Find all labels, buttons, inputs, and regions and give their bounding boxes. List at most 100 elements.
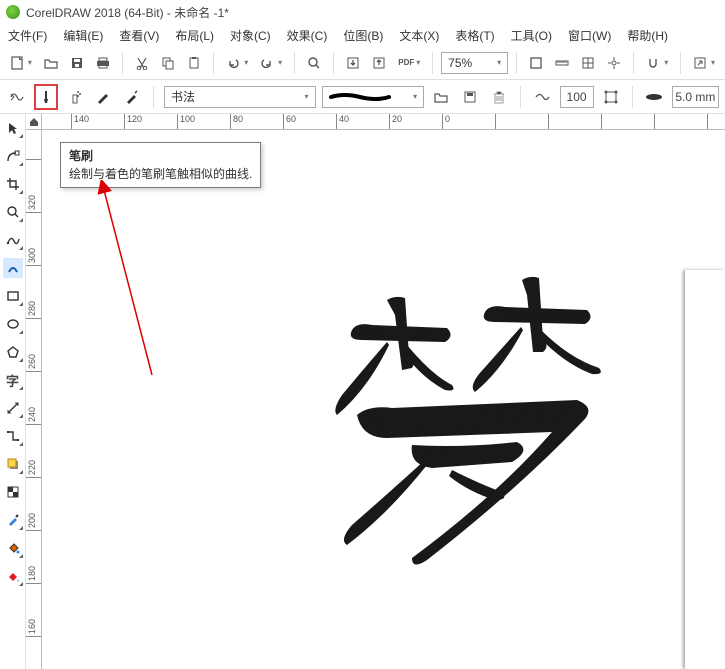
- ellipse-tool[interactable]: [3, 314, 23, 334]
- vertical-ruler[interactable]: 320 300 280 260 240 220 200 180 160: [26, 130, 42, 669]
- menu-table[interactable]: 表格(T): [455, 27, 494, 44]
- menu-file[interactable]: 文件(F): [8, 27, 47, 44]
- smoothing-icon-button: [531, 85, 554, 109]
- menu-effects[interactable]: 效果(C): [287, 27, 328, 44]
- eyedropper-icon: [6, 513, 20, 527]
- parallel-dim-tool[interactable]: [3, 398, 23, 418]
- menu-bitmap[interactable]: 位图(B): [343, 27, 383, 44]
- copy-button[interactable]: [157, 51, 179, 75]
- menu-layout[interactable]: 布局(L): [175, 27, 214, 44]
- menu-text[interactable]: 文本(X): [399, 27, 439, 44]
- menu-edit[interactable]: 编辑(E): [63, 27, 103, 44]
- chevron-down-icon: ▾: [416, 58, 420, 67]
- menu-view[interactable]: 查看(V): [119, 27, 159, 44]
- menu-window[interactable]: 窗口(W): [568, 27, 611, 44]
- smoothing-field[interactable]: 100: [560, 86, 594, 108]
- ruler-origin[interactable]: [26, 114, 42, 130]
- shadow-icon: [6, 457, 20, 471]
- toolbox: 字: [0, 114, 26, 669]
- page-edge: [685, 270, 725, 669]
- snap-icon: [646, 56, 660, 70]
- save-icon: [70, 56, 84, 70]
- menu-help[interactable]: 帮助(H): [627, 27, 668, 44]
- guides-icon: [607, 56, 621, 70]
- menu-tools[interactable]: 工具(O): [511, 27, 552, 44]
- menu-bar: 文件(F) 编辑(E) 查看(V) 布局(L) 对象(C) 效果(C) 位图(B…: [0, 24, 725, 46]
- zoom-level-field[interactable]: 75%▾: [441, 52, 508, 74]
- menu-object[interactable]: 对象(C): [230, 27, 271, 44]
- annotation-arrow: [92, 180, 170, 380]
- freehand-tool[interactable]: [3, 230, 23, 250]
- delete-icon: [492, 90, 506, 104]
- transparency-tool[interactable]: [3, 482, 23, 502]
- browse-brush-button[interactable]: [430, 85, 453, 109]
- calligraphy-mode-button[interactable]: [92, 85, 115, 109]
- nib-button: [643, 85, 666, 109]
- workspace: 字 140 120 100 80 60 40 20 0 320 300: [0, 114, 725, 669]
- brush-stroke-dropdown[interactable]: ▾: [322, 86, 425, 108]
- search-button[interactable]: [303, 51, 325, 75]
- fullscreen-button[interactable]: [525, 51, 547, 75]
- redo-button[interactable]: ▾: [256, 51, 286, 75]
- brush-mode-button[interactable]: [35, 85, 58, 109]
- stroke-width-value: 5.0 mm: [675, 90, 715, 104]
- polygon-tool[interactable]: [3, 342, 23, 362]
- nib-icon: [645, 91, 663, 103]
- dropshadow-tool[interactable]: [3, 454, 23, 474]
- grid-toggle-button[interactable]: [577, 51, 599, 75]
- guides-toggle-button[interactable]: [603, 51, 625, 75]
- drawing-canvas[interactable]: 笔刷 绘制与着色的笔刷笔触相似的曲线.: [42, 130, 725, 669]
- fill-icon: [6, 541, 20, 555]
- pdf-export-button[interactable]: PDF▾: [394, 51, 424, 75]
- arrow-cursor-icon: [6, 121, 20, 135]
- launch-button[interactable]: ▾: [689, 51, 719, 75]
- brush-mode-icon: [38, 89, 54, 105]
- preset-mode-button[interactable]: [6, 85, 29, 109]
- pick-tool[interactable]: [3, 118, 23, 138]
- zoom-tool[interactable]: [3, 202, 23, 222]
- redo-icon: [260, 56, 274, 70]
- crop-icon: [6, 177, 20, 191]
- pressure-mode-button[interactable]: [120, 85, 143, 109]
- new-button[interactable]: ▾: [6, 51, 36, 75]
- export-button[interactable]: [368, 51, 390, 75]
- print-button[interactable]: [92, 51, 114, 75]
- open-button[interactable]: [40, 51, 62, 75]
- smartfill-tool[interactable]: [3, 566, 23, 586]
- ruler-toggle-button[interactable]: [551, 51, 573, 75]
- fullscreen-icon: [529, 56, 543, 70]
- sprayer-mode-button[interactable]: [63, 85, 86, 109]
- crop-tool[interactable]: [3, 174, 23, 194]
- cut-button[interactable]: [131, 51, 153, 75]
- brush-category-dropdown[interactable]: 书法▾: [164, 86, 316, 108]
- undo-button[interactable]: ▾: [222, 51, 252, 75]
- rectangle-tool[interactable]: [3, 286, 23, 306]
- stroke-width-field[interactable]: 5.0 mm: [672, 86, 719, 108]
- eyedropper-tool[interactable]: [3, 510, 23, 530]
- paste-icon: [187, 56, 201, 70]
- browse-icon: [434, 90, 448, 104]
- save-brush-button[interactable]: [459, 85, 482, 109]
- horizontal-ruler[interactable]: 140 120 100 80 60 40 20 0: [42, 114, 725, 130]
- standard-toolbar: ▾ ▾ ▾ PDF▾ 75%▾ ▾ ▾: [0, 46, 725, 80]
- paste-button[interactable]: [183, 51, 205, 75]
- text-icon: 字: [6, 371, 19, 390]
- save-button[interactable]: [66, 51, 88, 75]
- shape-tool[interactable]: [3, 146, 23, 166]
- copy-icon: [161, 56, 175, 70]
- bounding-button[interactable]: [600, 85, 623, 109]
- artistic-media-tool[interactable]: [3, 258, 23, 278]
- delete-brush-button[interactable]: [487, 85, 510, 109]
- import-button[interactable]: [342, 51, 364, 75]
- tooltip-title: 笔刷: [69, 147, 252, 165]
- calligraphy-mode-icon: [95, 89, 111, 105]
- artistic-media-icon: [6, 261, 20, 275]
- text-tool[interactable]: 字: [3, 370, 23, 390]
- fill-tool[interactable]: [3, 538, 23, 558]
- cut-icon: [135, 56, 149, 70]
- chevron-down-icon: ▾: [497, 58, 501, 67]
- chevron-down-icon: ▾: [711, 58, 715, 67]
- rectangle-icon: [6, 289, 20, 303]
- snap-button[interactable]: ▾: [642, 51, 672, 75]
- connector-tool[interactable]: [3, 426, 23, 446]
